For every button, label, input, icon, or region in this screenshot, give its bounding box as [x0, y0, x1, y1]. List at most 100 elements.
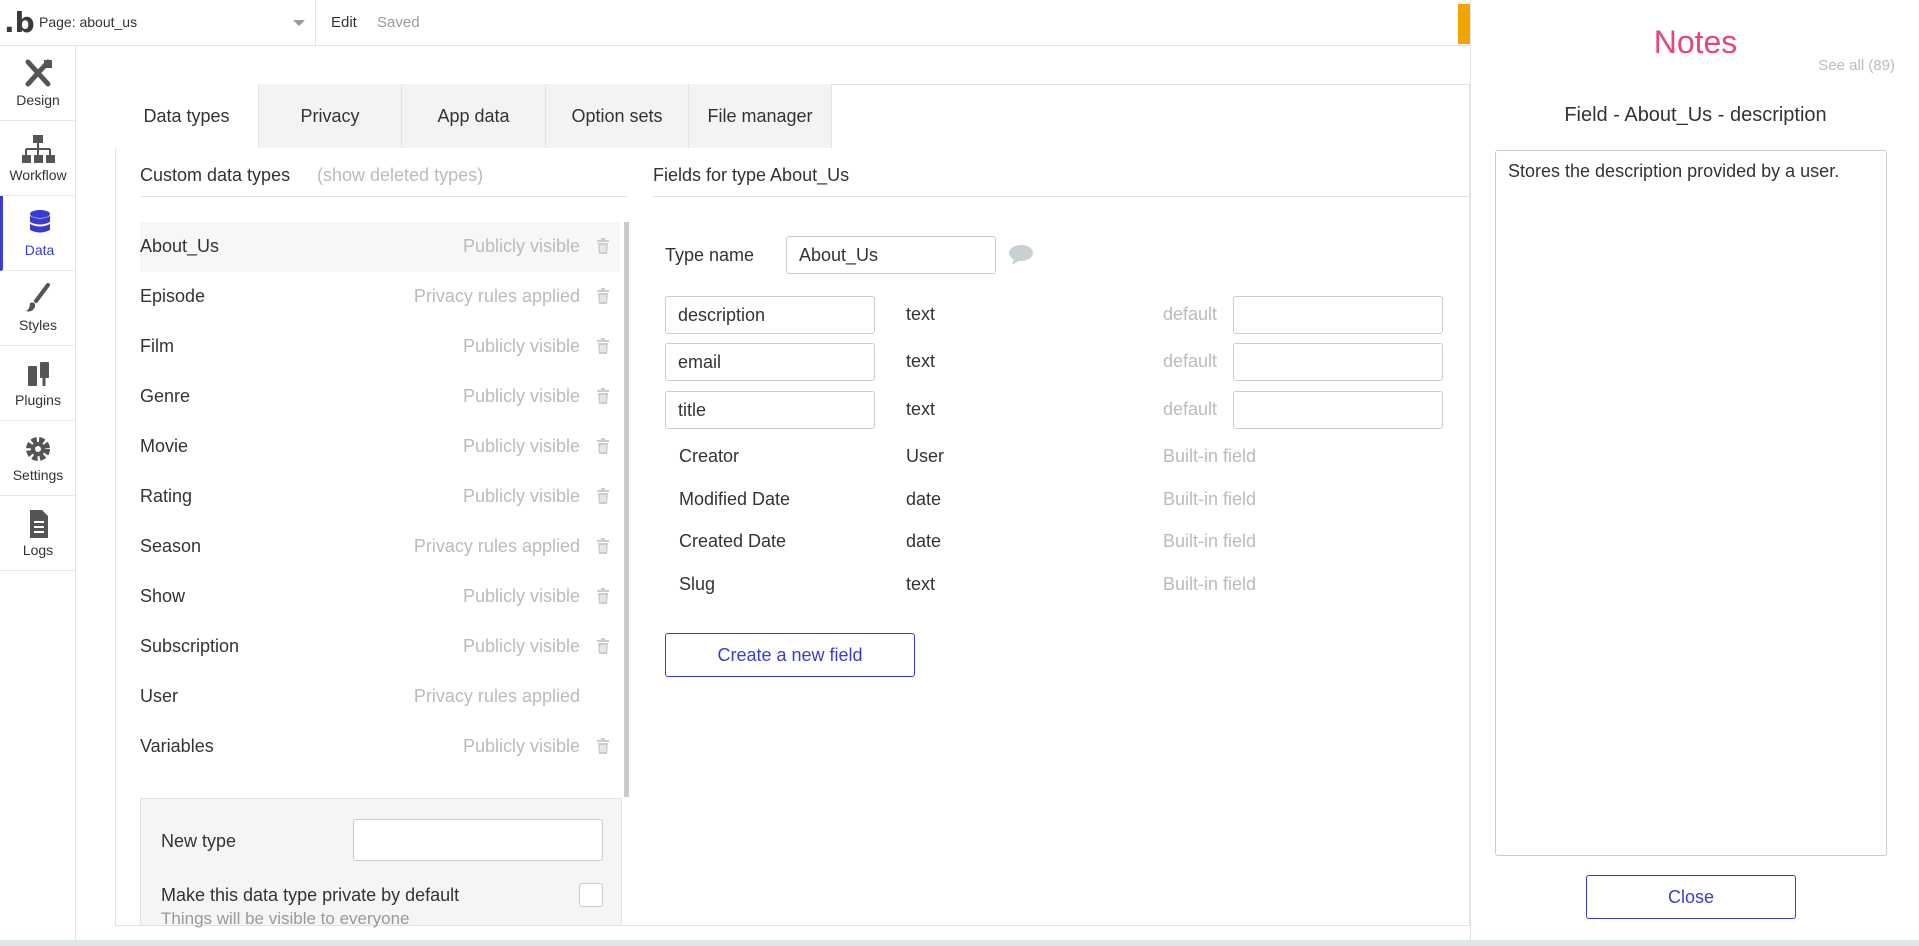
type-name: User: [140, 686, 179, 706]
page-selector[interactable]: Page: about_us: [30, 0, 316, 46]
field-type[interactable]: text: [906, 351, 935, 372]
tab-file-manager[interactable]: File manager: [689, 84, 832, 148]
gear-icon: [26, 437, 50, 461]
custom-types-title: Custom data types: [140, 165, 291, 185]
field-name-input[interactable]: email: [665, 343, 875, 381]
sidebar-item-design[interactable]: Design: [0, 46, 76, 121]
type-visibility: Publicly visible: [462, 336, 580, 356]
types-scrollbar[interactable]: [624, 222, 629, 797]
brush-icon: [26, 283, 50, 312]
type-name: Show: [140, 586, 186, 606]
builtin-field-type: text: [906, 574, 936, 594]
create-field-button[interactable]: Create a new field: [665, 633, 915, 677]
new-type-form: New type Make this data type private by …: [140, 798, 622, 928]
type-visibility: Publicly visible: [462, 236, 580, 256]
sidebar-item-workflow[interactable]: Workflow: [0, 121, 76, 196]
sidebar-item-settings[interactable]: Settings: [0, 421, 76, 496]
field-name-input[interactable]: description: [665, 296, 875, 334]
type-visibility: Publicly visible: [462, 386, 580, 406]
sidebar-item-styles[interactable]: Styles: [0, 271, 76, 346]
trash-icon[interactable]: [596, 338, 610, 354]
type-visibility: Privacy rules applied: [413, 286, 580, 306]
save-status: Saved: [377, 14, 420, 31]
sidebar-item-label: Settings: [12, 467, 64, 483]
bubble-logo[interactable]: .b: [4, 8, 35, 38]
trash-icon[interactable]: [596, 438, 610, 454]
builtin-field-type: date: [906, 489, 942, 509]
sidebar-item-data[interactable]: Data: [0, 196, 76, 271]
list-item[interactable]: Episode Privacy rules applied: [140, 272, 620, 322]
type-visibility: Publicly visible: [462, 436, 580, 456]
tab-app-data[interactable]: App data: [402, 84, 546, 148]
builtin-field-note: Built-in field: [1163, 446, 1257, 466]
field-type[interactable]: text: [906, 399, 935, 420]
default-label: default: [1163, 399, 1218, 419]
sidebar-item-logs[interactable]: Logs: [0, 496, 76, 571]
see-all-link[interactable]: See all (89): [1818, 57, 1895, 74]
builtin-field-name: Creator: [679, 446, 740, 466]
builtin-field-note: Built-in field: [1163, 574, 1257, 594]
list-item[interactable]: Subscription Publicly visible: [140, 622, 620, 672]
divider: [653, 196, 1470, 197]
trash-icon[interactable]: [596, 538, 610, 554]
new-type-input[interactable]: [353, 819, 603, 861]
trash-icon[interactable]: [596, 738, 610, 754]
list-item[interactable]: Genre Publicly visible: [140, 372, 620, 422]
notes-panel: Notes See all (89) Field - About_Us - de…: [1470, 0, 1919, 946]
trash-icon[interactable]: [596, 388, 610, 404]
type-name: Movie: [140, 436, 189, 456]
default-label: default: [1163, 351, 1218, 371]
note-textarea[interactable]: Stores the description provided by a use…: [1495, 150, 1887, 856]
list-item[interactable]: Rating Publicly visible: [140, 472, 620, 522]
default-value-input[interactable]: [1233, 391, 1443, 429]
list-item[interactable]: Movie Publicly visible: [140, 422, 620, 472]
type-name-input[interactable]: About_Us: [786, 236, 996, 274]
default-value-input[interactable]: [1233, 296, 1443, 334]
page-selector-label: Page: about_us: [39, 14, 138, 30]
design-icon: [25, 59, 52, 87]
trash-icon[interactable]: [596, 588, 610, 604]
close-button[interactable]: Close: [1586, 875, 1796, 919]
list-item[interactable]: Film Publicly visible: [140, 322, 620, 372]
sidebar-item-label: Logs: [22, 542, 54, 558]
list-item[interactable]: Season Privacy rules applied: [140, 522, 620, 572]
list-item[interactable]: Show Publicly visible: [140, 572, 620, 622]
sidebar-item-plugins[interactable]: Plugins: [0, 346, 76, 421]
private-default-checkbox[interactable]: [579, 883, 603, 907]
tab-option-sets[interactable]: Option sets: [546, 84, 689, 148]
tab-data-types[interactable]: Data types: [115, 84, 259, 148]
tab-privacy[interactable]: Privacy: [259, 84, 402, 148]
type-visibility: Privacy rules applied: [413, 536, 580, 556]
trash-icon[interactable]: [596, 638, 610, 654]
default-value-input[interactable]: [1233, 343, 1443, 381]
field-type[interactable]: text: [906, 304, 935, 325]
show-deleted-link[interactable]: (show deleted types): [317, 165, 483, 186]
list-item[interactable]: About_Us Publicly visible: [140, 222, 620, 272]
workflow-icon: [22, 135, 55, 163]
list-item[interactable]: User Privacy rules applied: [140, 672, 620, 722]
type-name: Film: [140, 336, 174, 356]
list-item[interactable]: Variables Publicly visible: [140, 722, 620, 772]
edit-menu[interactable]: Edit: [331, 14, 357, 31]
chevron-down-icon: [293, 20, 305, 26]
document-icon: [30, 510, 48, 538]
trash-icon[interactable]: [596, 238, 610, 254]
field-name-input[interactable]: title: [665, 391, 875, 429]
trash-icon[interactable]: [596, 288, 610, 304]
type-name: Season: [140, 536, 202, 556]
sidebar-item-label: Design: [16, 92, 60, 108]
builtin-field-type: date: [906, 531, 942, 551]
default-label: default: [1163, 304, 1218, 324]
trash-icon[interactable]: [596, 488, 610, 504]
fields-title: Fields for type About_Us: [653, 165, 850, 185]
type-visibility: Privacy rules applied: [413, 686, 580, 706]
builtin-field-type: User: [906, 446, 945, 466]
notification-tab[interactable]: [1458, 4, 1470, 44]
comment-icon[interactable]: [1008, 244, 1034, 266]
sidebar-item-label: Data: [24, 242, 55, 258]
bottom-strip: [0, 940, 1919, 946]
plug-icon: [28, 362, 49, 386]
type-name: Episode: [140, 286, 206, 306]
divider: [140, 196, 628, 197]
builtin-field-note: Built-in field: [1163, 531, 1257, 551]
